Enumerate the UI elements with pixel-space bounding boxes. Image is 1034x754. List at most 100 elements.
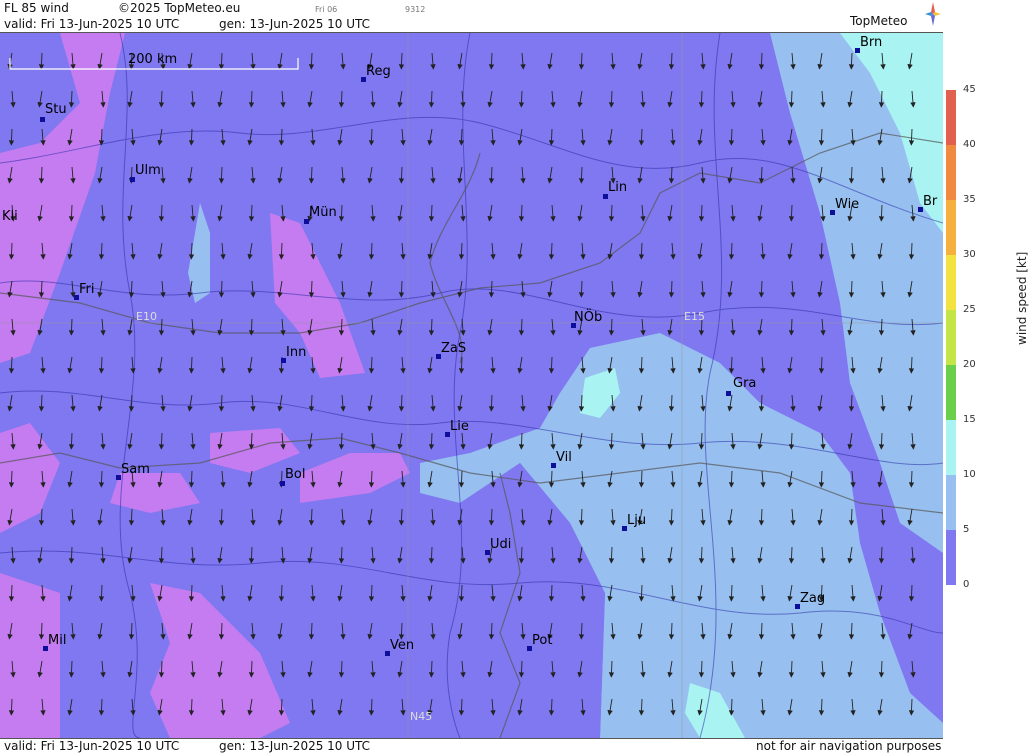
wind-map[interactable]: 200 km E10 E15 N45 Brn Reg Stu Ulm Lin W… — [0, 33, 943, 738]
wind-arrow — [878, 90, 885, 108]
grid-label-e10: E10 — [136, 310, 157, 323]
wind-arrow — [98, 698, 105, 716]
city-label-udi: Udi — [490, 537, 512, 552]
wind-arrow — [728, 584, 735, 602]
wind-arrow — [758, 394, 765, 412]
city-label-pot: Pot — [532, 633, 553, 648]
wind-arrow — [188, 698, 195, 716]
wind-arrow — [158, 432, 165, 450]
legend-tick-label: 5 — [963, 524, 970, 535]
wind-arrow — [428, 432, 435, 450]
wind-arrow — [308, 394, 315, 412]
wind-arrow — [608, 318, 615, 336]
wind-arrow — [668, 394, 675, 412]
wind-arrow — [848, 394, 855, 412]
wind-arrow — [638, 128, 645, 146]
city-label-vil: Vil — [556, 450, 572, 465]
wind-arrow — [98, 242, 105, 260]
wind-arrow — [68, 204, 75, 222]
wind-arrow — [278, 584, 285, 602]
wind-arrow — [338, 318, 345, 336]
wind-arrow — [158, 660, 165, 678]
wind-arrow — [908, 584, 915, 602]
city-label-ulm: Ulm — [135, 163, 161, 178]
legend-color-band — [946, 365, 956, 420]
scale-label: 200 km — [128, 52, 178, 67]
legend-color-band — [946, 530, 956, 585]
wind-arrow — [638, 242, 645, 260]
wind-arrow — [488, 622, 495, 640]
wind-arrow — [158, 318, 165, 336]
legend-tick-label: 20 — [963, 359, 976, 370]
wind-arrow — [818, 242, 825, 260]
topmeteo-logo: TopMeteo — [850, 14, 908, 28]
wind-arrow — [578, 394, 585, 412]
wind-arrow — [218, 394, 225, 412]
legend-tick-label: 45 — [963, 84, 976, 95]
wind-arrow — [368, 584, 375, 602]
wind-arrow — [158, 204, 165, 222]
wind-arrow — [878, 546, 885, 564]
wind-arrow — [188, 242, 195, 260]
legend-color-band — [946, 255, 956, 310]
legend-color-band — [946, 200, 956, 255]
wind-arrow — [848, 52, 855, 70]
wind-arrow — [188, 584, 195, 602]
wind-arrow — [608, 660, 615, 678]
wind-arrow — [458, 356, 465, 374]
wind-arrow — [308, 280, 315, 298]
disclaimer: not for air navigation purposes — [756, 739, 942, 753]
grid-label-n45: N45 — [410, 710, 433, 723]
wind-arrow — [368, 698, 375, 716]
legend-tick-label: 15 — [963, 414, 976, 425]
wind-arrow — [668, 508, 675, 526]
wind-arrow — [218, 622, 225, 640]
wind-arrow — [8, 698, 15, 716]
wind-arrow — [638, 470, 645, 488]
legend-color-band — [946, 475, 956, 530]
wind-arrow — [488, 508, 495, 526]
wind-arrow — [758, 166, 765, 184]
legend-tick-label: 10 — [963, 469, 976, 480]
wind-arrow — [488, 52, 495, 70]
wind-arrow — [608, 546, 615, 564]
wind-arrow — [338, 90, 345, 108]
legend-tick-label: 35 — [963, 194, 976, 205]
product-title: FL 85 wind — [4, 1, 69, 15]
wind-arrow — [878, 660, 885, 678]
wind-arrow — [38, 622, 45, 640]
generated-time: gen: 13-Jun-2025 10 UTC — [219, 17, 371, 31]
wind-arrow — [818, 356, 825, 374]
wind-arrow — [548, 584, 555, 602]
city-label-sam: Sam — [121, 462, 150, 477]
wind-arrow — [698, 546, 705, 564]
wind-arrow — [458, 128, 465, 146]
wind-speed-legend: 45 40 35 30 25 20 15 10 5 0 — [943, 0, 1034, 753]
wind-arrow — [728, 698, 735, 716]
city-label-brn: Brn — [860, 35, 883, 50]
run-label: Fri 06 — [315, 5, 338, 14]
wind-arrow — [68, 660, 75, 678]
wind-arrow — [98, 356, 105, 374]
city-label-wie: Wie — [835, 197, 860, 212]
wind-arrow — [398, 508, 405, 526]
wind-arrow — [248, 204, 255, 222]
city-label-lin: Lin — [608, 180, 628, 195]
wind-arrow — [608, 90, 615, 108]
legend-tick-label: 0 — [963, 579, 970, 590]
wind-arrow — [428, 318, 435, 336]
wind-arrow — [518, 318, 525, 336]
wind-arrow — [158, 90, 165, 108]
wind-arrow — [518, 546, 525, 564]
wind-arrow — [518, 204, 525, 222]
wind-arrow — [458, 470, 465, 488]
wind-arrow — [848, 508, 855, 526]
wind-arrow — [548, 470, 555, 488]
wind-arrow — [38, 166, 45, 184]
wind-arrow — [428, 90, 435, 108]
wind-arrow — [788, 204, 795, 222]
city-label-mil: Mil — [48, 633, 67, 648]
wind-arrow — [218, 280, 225, 298]
wind-arrow — [248, 90, 255, 108]
legend-tick-label: 25 — [963, 304, 976, 315]
